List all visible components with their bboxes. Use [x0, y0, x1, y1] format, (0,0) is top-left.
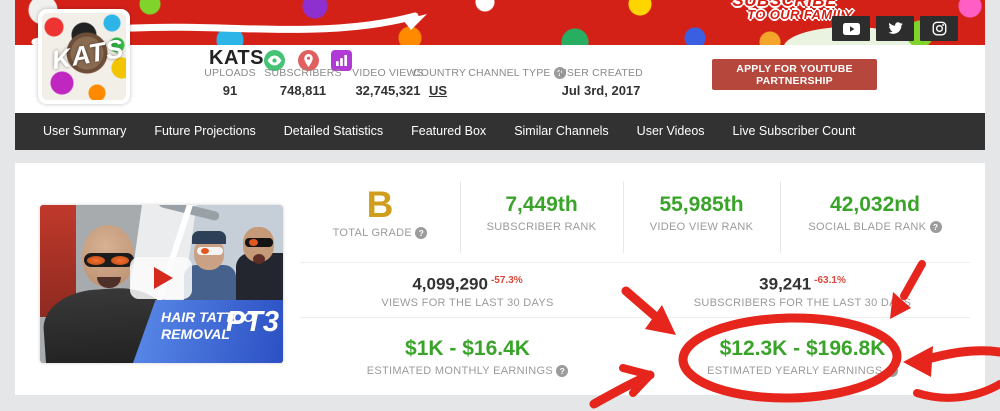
monthly-earnings-label-text: ESTIMATED MONTHLY EARNINGS — [367, 365, 553, 377]
subs-30-days-label: SUBSCRIBERS FOR THE LAST 30 DAYS — [694, 297, 911, 309]
total-grade-cell: B TOTAL GRADE ? — [300, 163, 460, 262]
total-grade-help-icon[interactable]: ? — [415, 227, 427, 239]
tab-user-summary[interactable]: User Summary — [29, 113, 140, 150]
video-view-rank-value: 55,985th — [659, 192, 743, 218]
country-value-link[interactable]: US — [413, 83, 463, 98]
thumbnail-cap — [192, 231, 226, 244]
social-blade-rank-label-text: SOCIAL BLADE RANK — [808, 221, 926, 233]
yearly-earnings-value: $12.3K - $196.8K — [720, 336, 886, 362]
channel-type-label: CHANNEL TYPE ? — [465, 67, 569, 79]
youtube-link-button[interactable] — [832, 16, 870, 41]
chart-badge-icon — [335, 55, 348, 66]
subscriber-rank-cell: 7,449th SUBSCRIBER RANK — [460, 163, 623, 262]
thumbnail-part-number: PT3 — [226, 306, 279, 339]
subscriber-rank-value: 7,449th — [505, 192, 577, 218]
social-blade-rank-value: 42,032nd — [830, 192, 920, 218]
social-blade-rank-label: SOCIAL BLADE RANK ? — [808, 221, 941, 233]
monthly-earnings-value: $1K - $16.4K — [405, 336, 530, 362]
user-created-value: Jul 3rd, 2017 — [558, 83, 644, 98]
subs-30-days-cell: 39,241-63.1% SUBSCRIBERS FOR THE LAST 30… — [635, 263, 970, 317]
subscribers-value: 748,811 — [262, 83, 344, 98]
summary-stats-grid: B TOTAL GRADE ? 7,449th SUBSCRIBER RANK … — [300, 163, 970, 395]
views-30-days-number: 4,099,290 — [412, 274, 488, 293]
eye-badge-icon — [267, 55, 282, 66]
tab-live-subscriber-count[interactable]: Live Subscriber Count — [719, 113, 870, 150]
monthly-earnings-cell: $1K - $16.4K ESTIMATED MONTHLY EARNINGS … — [300, 318, 635, 395]
subs-30-days-number: 39,241 — [759, 274, 811, 293]
views-30-days-change: -57.3% — [491, 275, 523, 286]
thumbnail-title-line2: REMOVAL — [161, 326, 230, 342]
thumbnail-lens — [201, 248, 209, 254]
youtube-icon — [843, 23, 860, 35]
channel-header: KATS UPLOADS 91 SUBSCRIBERS 748,811 VIDE… — [15, 45, 985, 113]
thumbnail-mouth — [253, 254, 265, 264]
user-created-label: USER CREATED — [558, 67, 644, 79]
header-stat-country: COUNTRY US — [413, 67, 463, 98]
tab-future-projections[interactable]: Future Projections — [140, 113, 269, 150]
tab-detailed-statistics[interactable]: Detailed Statistics — [270, 113, 397, 150]
apply-partnership-button[interactable]: APPLY FOR YOUTUBE PARTNERSHIP — [712, 59, 877, 90]
header-stat-user-created: USER CREATED Jul 3rd, 2017 — [558, 67, 644, 98]
channel-type-label-text: CHANNEL TYPE — [468, 67, 550, 79]
instagram-link-button[interactable] — [920, 16, 958, 41]
header-stat-channel-type: CHANNEL TYPE ? — [465, 67, 569, 79]
yearly-earnings-label: ESTIMATED YEARLY EARNINGS ? — [707, 365, 898, 377]
subs-30-days-change: -63.1% — [814, 275, 846, 286]
subs-30-days-value: 39,241-63.1% — [759, 271, 846, 295]
total-grade-label: TOTAL GRADE ? — [333, 227, 428, 239]
tab-similar-channels[interactable]: Similar Channels — [500, 113, 622, 150]
views-30-days-cell: 4,099,290-57.3% VIEWS FOR THE LAST 30 DA… — [300, 263, 635, 317]
country-label: COUNTRY — [413, 67, 463, 79]
monthly-earnings-label: ESTIMATED MONTHLY EARNINGS ? — [367, 365, 569, 377]
avatar-script-text: KATS — [44, 32, 126, 77]
yearly-earnings-cell: $12.3K - $196.8K ESTIMATED YEARLY EARNIN… — [635, 318, 970, 395]
tab-user-videos[interactable]: User Videos — [623, 113, 719, 150]
social-blade-rank-cell: 42,032nd SOCIAL BLADE RANK ? — [780, 163, 970, 262]
section-navbar: User Summary Future Projections Detailed… — [15, 113, 985, 150]
avatar: KATS — [38, 9, 130, 104]
video-play-button[interactable] — [130, 257, 192, 299]
yearly-earnings-label-text: ESTIMATED YEARLY EARNINGS — [707, 365, 882, 377]
views-30-days-label: VIEWS FOR THE LAST 30 DAYS — [381, 297, 553, 309]
featured-video-thumbnail[interactable]: HAIR TATTOO REMOVAL PT3 — [40, 205, 283, 363]
video-view-rank-label: VIDEO VIEW RANK — [650, 221, 754, 233]
play-icon — [154, 267, 173, 289]
monthly-earnings-help-icon[interactable]: ? — [556, 365, 568, 377]
twitter-icon — [888, 22, 903, 35]
header-stat-uploads: UPLOADS 91 — [198, 67, 262, 98]
thumbnail-title-box: HAIR TATTOO REMOVAL PT3 — [133, 300, 283, 363]
subscribers-label: SUBSCRIBERS — [262, 67, 344, 79]
uploads-label: UPLOADS — [198, 67, 262, 79]
summary-panel: HAIR TATTOO REMOVAL PT3 B TOTAL GRADE ? … — [15, 163, 985, 395]
total-grade-value: B — [367, 186, 394, 224]
avatar-image: KATS — [42, 13, 126, 100]
instagram-icon — [932, 21, 947, 36]
uploads-value: 91 — [198, 83, 262, 98]
thumbnail-lens — [87, 256, 105, 265]
total-grade-label-text: TOTAL GRADE — [333, 227, 413, 239]
thumbnail-lens — [111, 256, 129, 265]
tab-featured-box[interactable]: Featured Box — [397, 113, 500, 150]
pin-badge-icon — [303, 54, 314, 67]
header-stat-subscribers: SUBSCRIBERS 748,811 — [262, 67, 344, 98]
twitter-link-button[interactable] — [876, 16, 914, 41]
views-30-days-value: 4,099,290-57.3% — [412, 271, 522, 295]
yearly-earnings-help-icon[interactable]: ? — [886, 365, 898, 377]
thumbnail-lens — [249, 239, 258, 246]
video-view-rank-cell: 55,985th VIDEO VIEW RANK — [623, 163, 780, 262]
subscriber-rank-label: SUBSCRIBER RANK — [487, 221, 597, 233]
social-blade-rank-help-icon[interactable]: ? — [930, 221, 942, 233]
